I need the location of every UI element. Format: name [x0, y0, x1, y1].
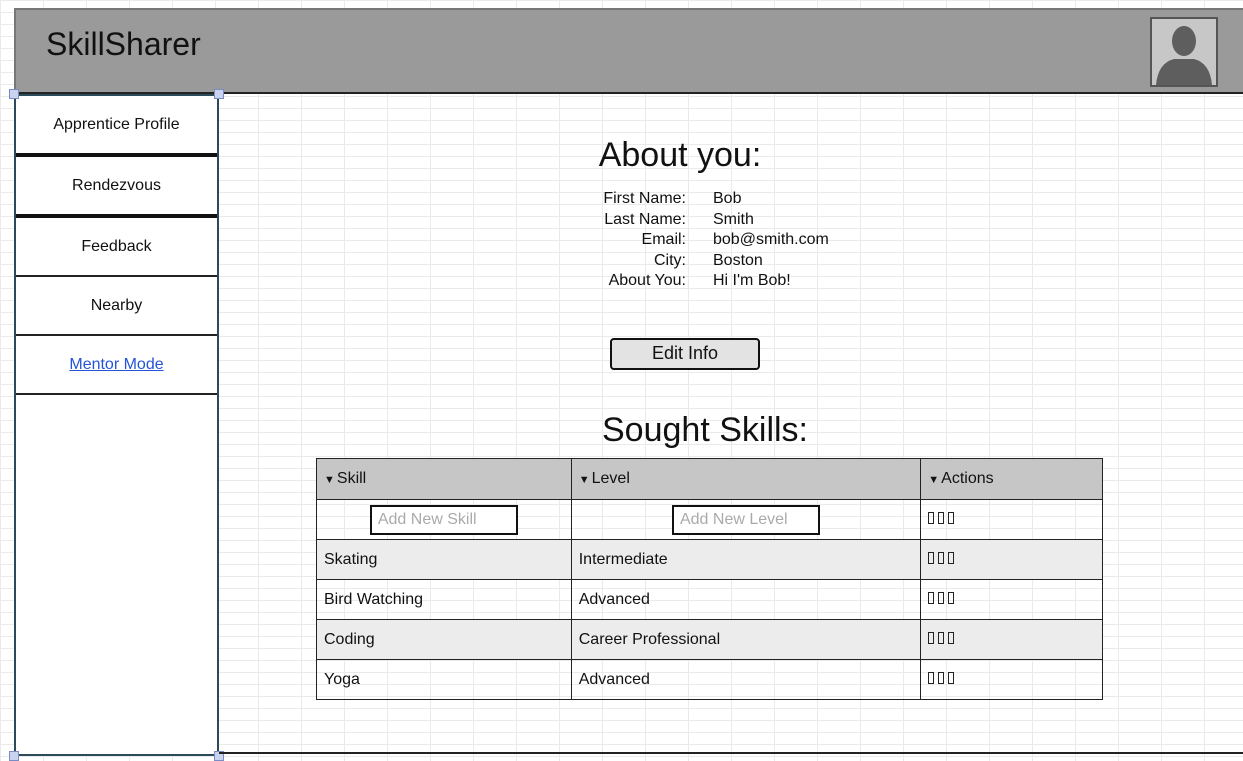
- mentor-mode-link[interactable]: Mentor Mode: [69, 356, 163, 374]
- info-label: Last Name:: [604, 210, 686, 228]
- sort-triangle-icon: ▼: [324, 474, 335, 486]
- skill-cell: Coding: [316, 619, 572, 660]
- action-box-icon[interactable]: [928, 511, 935, 524]
- level-cell: Advanced: [570, 579, 922, 620]
- add-new-level-input[interactable]: [671, 504, 820, 535]
- actions-cell: [920, 539, 1103, 580]
- column-header-skill[interactable]: ▼ Skill: [316, 458, 572, 500]
- info-value: Bob: [713, 190, 742, 207]
- sort-triangle-icon: ▼: [578, 474, 590, 486]
- action-box-icon[interactable]: [938, 671, 945, 684]
- about-title: About you:: [598, 136, 762, 174]
- info-label: First Name:: [603, 190, 686, 207]
- skill-cell: Bird Watching: [316, 579, 572, 620]
- sidebar-item-rendezvous[interactable]: Rendezvous: [16, 157, 217, 218]
- action-box-icon[interactable]: [948, 511, 955, 524]
- sought-skills-title: Sought Skills:: [602, 411, 808, 449]
- level-cell: Career Professional: [570, 619, 922, 660]
- action-box-icon[interactable]: [928, 631, 935, 644]
- table-cell: [570, 499, 922, 540]
- sidebar-item-label: Apprentice Profile: [53, 115, 180, 133]
- action-box-icon[interactable]: [948, 631, 955, 644]
- info-label: Email:: [641, 231, 686, 248]
- info-value: Boston: [713, 251, 763, 269]
- table-row: Skating Intermediate: [316, 539, 1103, 580]
- actions-cell: [920, 579, 1103, 620]
- table-row: Coding Career Professional: [316, 619, 1103, 660]
- info-label: About You:: [608, 272, 686, 289]
- sort-triangle-icon: ▼: [928, 474, 940, 486]
- column-header-label: Actions: [941, 470, 994, 487]
- edit-info-button[interactable]: Edit Info: [610, 338, 760, 370]
- info-value: Smith: [713, 210, 754, 228]
- divider: [219, 752, 1243, 754]
- table-row: Yoga Advanced: [316, 659, 1103, 700]
- column-header-label: Skill: [336, 470, 367, 487]
- action-box-icon[interactable]: [948, 551, 955, 564]
- action-box-icon[interactable]: [938, 631, 945, 644]
- action-box-icon[interactable]: [928, 591, 935, 604]
- sidebar-item-label: Rendezvous: [72, 176, 161, 194]
- table-header-row: ▼ Skill ▼ Level ▼ Actions: [316, 458, 1103, 500]
- sidebar-item-label: Feedback: [81, 237, 152, 255]
- action-box-icon[interactable]: [948, 591, 955, 604]
- action-box-icon[interactable]: [928, 671, 935, 684]
- table-cell: [316, 499, 572, 540]
- table-row: Bird Watching Advanced: [316, 579, 1103, 620]
- action-box-icon[interactable]: [938, 551, 945, 564]
- sidebar-item-mentor-mode[interactable]: Mentor Mode: [16, 336, 217, 395]
- info-row-last-name: Last Name: Smith: [560, 211, 880, 232]
- app-header: SkillSharer: [14, 8, 1243, 94]
- app-title: SkillSharer: [46, 26, 201, 62]
- info-row-city: City: Boston: [560, 252, 880, 273]
- sidebar-item-apprentice-profile[interactable]: Apprentice Profile: [16, 96, 217, 157]
- action-box-icon[interactable]: [938, 511, 945, 524]
- add-skill-row: [316, 499, 1103, 540]
- resize-handle[interactable]: [9, 751, 19, 761]
- info-label: City:: [654, 251, 686, 269]
- level-cell: Advanced: [570, 659, 922, 700]
- profile-info: First Name: Bob Last Name: Smith Email: …: [560, 190, 880, 293]
- add-new-skill-input[interactable]: [369, 504, 518, 535]
- sidebar-item-feedback[interactable]: Feedback: [16, 218, 217, 277]
- info-row-email: Email: bob@smith.com: [560, 231, 880, 252]
- info-value: Hi I'm Bob!: [713, 272, 791, 289]
- skill-cell: Yoga: [316, 659, 572, 700]
- resize-handle[interactable]: [214, 89, 224, 99]
- sidebar-nav: Apprentice Profile Rendezvous Feedback N…: [14, 94, 219, 756]
- actions-cell: [920, 619, 1103, 660]
- user-silhouette-icon[interactable]: [1150, 17, 1218, 87]
- actions-cell: [920, 659, 1103, 700]
- info-value: bob@smith.com: [713, 231, 829, 248]
- resize-handle[interactable]: [9, 89, 19, 99]
- skills-table: ▼Skill ▼Level ▼Actions Skating Intermedi…: [316, 458, 1103, 700]
- level-cell: Intermediate: [570, 539, 922, 580]
- actions-cell: [920, 499, 1103, 540]
- action-box-icon[interactable]: [938, 591, 945, 604]
- column-header-level[interactable]: ▼ Level: [570, 458, 922, 500]
- action-box-icon[interactable]: [928, 551, 935, 564]
- column-header-label: Level: [591, 470, 630, 487]
- sidebar-item-nearby[interactable]: Nearby: [16, 277, 217, 336]
- column-header-actions[interactable]: ▼ Actions: [920, 458, 1103, 500]
- info-row-about: About You: Hi I'm Bob!: [560, 272, 880, 293]
- info-row-first-name: First Name: Bob: [560, 190, 880, 211]
- skill-cell: Skating: [316, 539, 572, 580]
- action-box-icon[interactable]: [948, 671, 955, 684]
- sidebar-item-label: Nearby: [90, 296, 143, 314]
